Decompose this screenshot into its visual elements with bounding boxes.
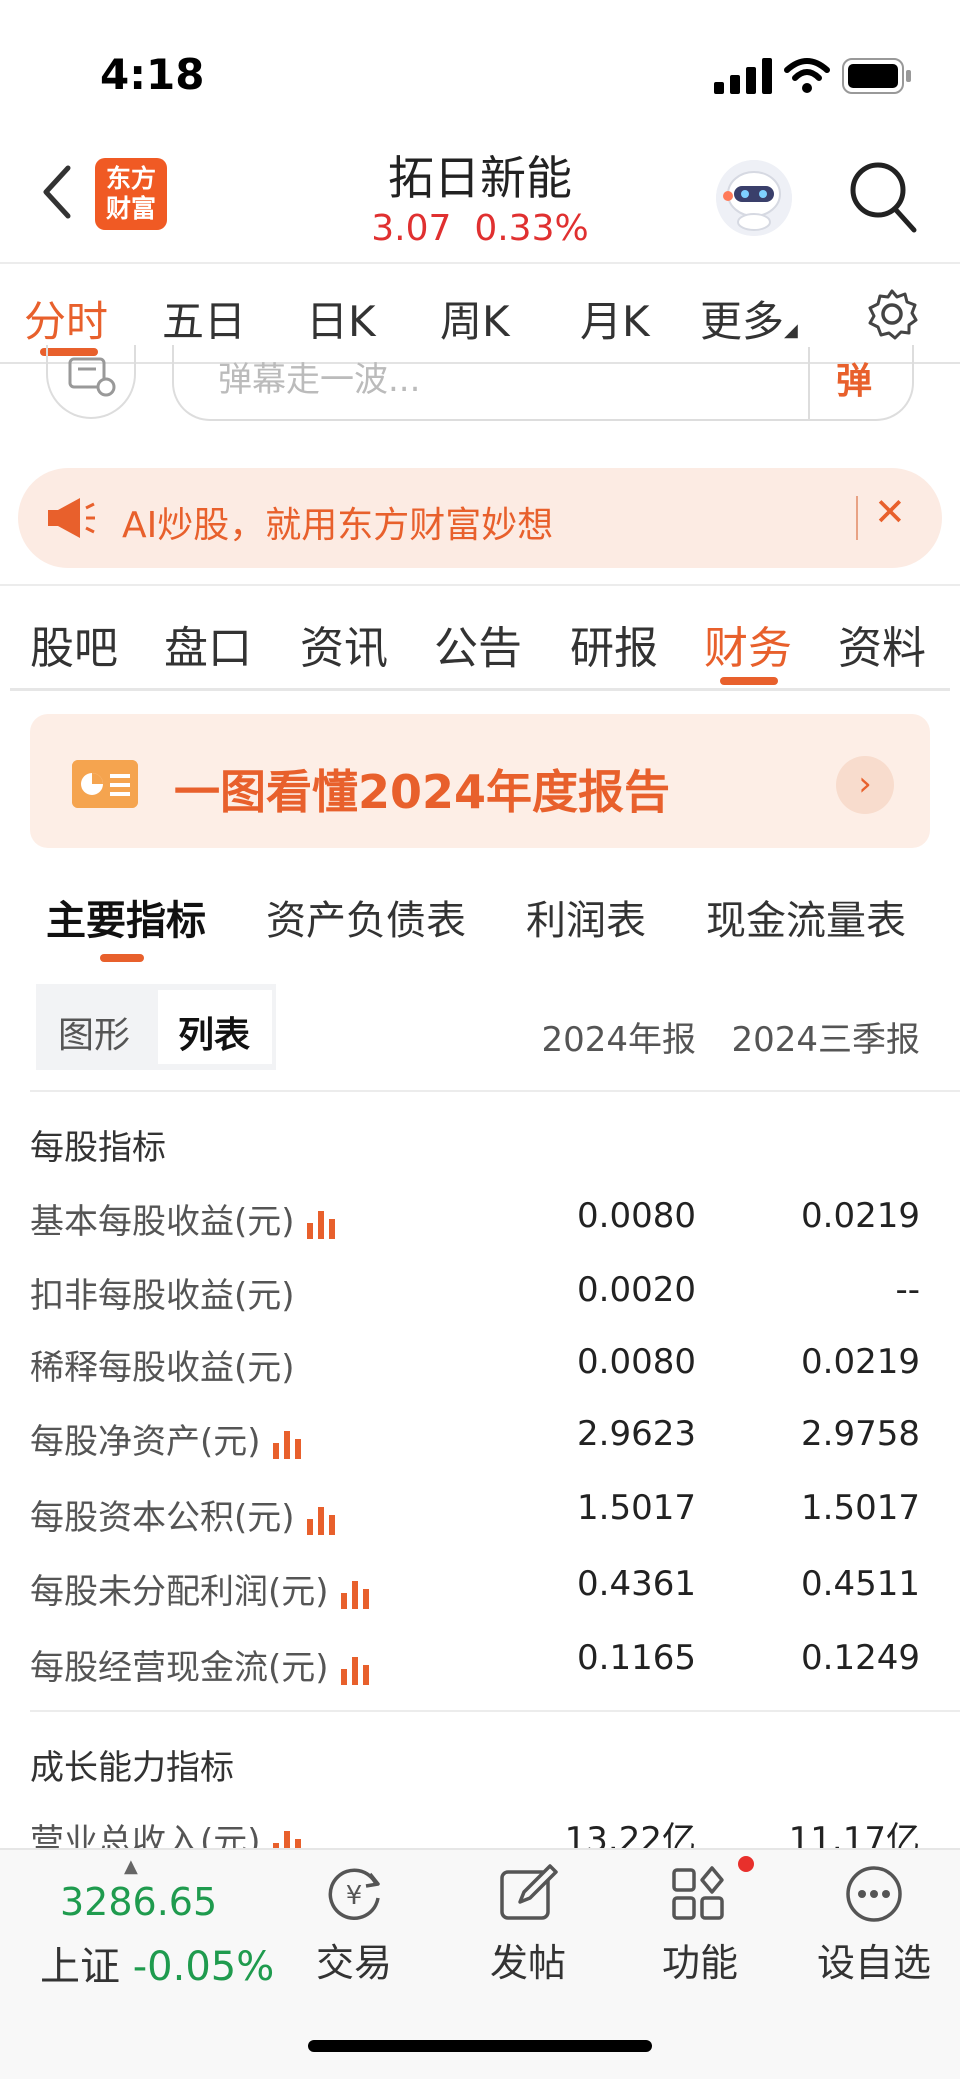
edit-post-icon[interactable] — [496, 1862, 560, 1926]
row-label: 扣非每股收益(元) — [30, 1276, 295, 1316]
danmu-settings-icon — [68, 357, 116, 397]
bar-chart-icon[interactable] — [271, 1429, 303, 1459]
stock-name: 拓日新能 — [388, 151, 572, 205]
tab-day-k[interactable]: 日K — [306, 288, 376, 349]
info-tabs-divider — [10, 688, 950, 691]
bar-chart-icon[interactable] — [339, 1655, 371, 1685]
megaphone-icon — [48, 498, 95, 538]
triangle-up-icon: ▲ — [124, 1856, 138, 1877]
annual-report-text: 一图看懂2024年度报告 — [174, 765, 671, 819]
danmu-placeholder: 弹幕走一波... — [218, 360, 421, 400]
bar-chart-icon[interactable] — [305, 1209, 337, 1239]
row-label: 每股资本公积(元) — [30, 1490, 337, 1539]
home-indicator[interactable] — [308, 2040, 652, 2052]
row-value: 0.0080 — [577, 1342, 696, 1382]
tab-more[interactable]: 更多◢ — [700, 288, 798, 349]
row-value: 1.5017 — [801, 1488, 920, 1528]
more-dots-icon[interactable] — [842, 1862, 906, 1926]
section-title: 成长能力指标 — [30, 1748, 234, 1788]
nav-customize-watchlist[interactable]: 设自选 — [804, 1932, 944, 1987]
functions-grid-icon[interactable] — [668, 1862, 732, 1926]
more-triangle-icon: ◢ — [784, 320, 798, 341]
tab-finance[interactable]: 财务 — [704, 612, 792, 676]
column-header-annual: 2024年报 — [541, 1020, 696, 1060]
subtab-key-indicators[interactable]: 主要指标 — [46, 888, 206, 946]
subtab-underline — [100, 954, 144, 962]
ai-banner-separator — [856, 496, 858, 540]
row-label: 每股净资产(元) — [30, 1414, 303, 1463]
trade-icon[interactable]: ¥ — [322, 1862, 386, 1926]
bar-chart-icon[interactable] — [339, 1579, 371, 1609]
banner-divider — [0, 584, 960, 586]
close-icon[interactable]: ✕ — [874, 490, 906, 534]
row-value: 2.9758 — [801, 1414, 920, 1454]
subtab-income-statement[interactable]: 利润表 — [526, 888, 646, 946]
section-title: 每股指标 — [30, 1128, 166, 1168]
wifi-icon — [784, 58, 830, 93]
signal-icon — [714, 58, 772, 94]
tab-announcements[interactable]: 公告 — [434, 612, 522, 676]
nav-functions[interactable]: 功能 — [630, 1932, 770, 1987]
row-value: 0.4511 — [801, 1564, 920, 1604]
nav-trade[interactable]: 交易 — [284, 1932, 424, 1987]
row-value: 0.1249 — [801, 1638, 920, 1678]
tab-week-k[interactable]: 周K — [440, 288, 510, 349]
status-time: 4:18 — [100, 50, 205, 99]
section-divider — [30, 1710, 960, 1712]
bar-chart-icon[interactable] — [305, 1505, 337, 1535]
danmu-send-button[interactable]: 弹 — [836, 352, 872, 404]
table-header-divider — [30, 1090, 960, 1092]
tab-research[interactable]: 研报 — [570, 612, 658, 676]
danmu-divider — [808, 347, 810, 419]
row-value: 0.1165 — [577, 1638, 696, 1678]
row-value: 0.0020 — [577, 1270, 696, 1310]
row-value: 0.0219 — [801, 1342, 920, 1382]
search-icon[interactable] — [848, 160, 918, 234]
ai-robot-icon[interactable] — [716, 160, 792, 236]
subtab-balance-sheet[interactable]: 资产负债表 — [266, 888, 466, 946]
row-value: 0.0080 — [577, 1196, 696, 1236]
settings-gear-icon[interactable] — [866, 288, 918, 340]
tab-month-k[interactable]: 月K — [580, 288, 650, 349]
column-header-q3: 2024三季报 — [731, 1020, 920, 1060]
row-value: 0.0219 — [801, 1196, 920, 1236]
tab-guba[interactable]: 股吧 — [30, 612, 118, 676]
price-change: 0.33% — [474, 208, 589, 249]
toggle-graph[interactable]: 图形 — [58, 1006, 130, 1058]
row-value: 0.4361 — [577, 1564, 696, 1604]
tab-five-day[interactable]: 五日 — [162, 288, 246, 349]
tab-profile[interactable]: 资料 — [838, 612, 926, 676]
subtab-cash-flow[interactable]: 现金流量表 — [706, 888, 906, 946]
notification-dot — [738, 1856, 754, 1872]
report-chart-icon — [72, 760, 138, 808]
row-label: 稀释每股收益(元) — [30, 1348, 295, 1388]
nav-post[interactable]: 发帖 — [458, 1932, 598, 1987]
index-name[interactable]: 上证 -0.05% — [40, 1934, 274, 1992]
tab-pankou[interactable]: 盘口 — [164, 612, 252, 676]
row-value: 1.5017 — [577, 1488, 696, 1528]
tab-intraday[interactable]: 分时 — [24, 288, 108, 349]
row-label: 基本每股收益(元) — [30, 1194, 337, 1243]
header-divider — [0, 262, 960, 264]
row-value: -- — [895, 1270, 920, 1310]
price-value: 3.07 — [371, 208, 452, 249]
tab-finance-underline — [720, 677, 778, 685]
svg-text:¥: ¥ — [346, 1881, 363, 1911]
tab-news[interactable]: 资讯 — [300, 612, 388, 676]
toggle-list[interactable]: 列表 — [178, 1006, 250, 1058]
ai-promo-text: AI炒股，就用东方财富妙想 — [122, 505, 554, 546]
chevron-right-icon[interactable]: › — [836, 756, 894, 814]
row-value: 2.9623 — [577, 1414, 696, 1454]
battery-icon — [842, 58, 911, 94]
index-value[interactable]: 3286.65 — [60, 1880, 217, 1924]
row-label: 每股未分配利润(元) — [30, 1564, 371, 1613]
danmu-settings-button[interactable] — [46, 345, 136, 419]
stock-price: 3.07 0.33% — [0, 208, 960, 249]
row-label: 每股经营现金流(元) — [30, 1640, 371, 1689]
